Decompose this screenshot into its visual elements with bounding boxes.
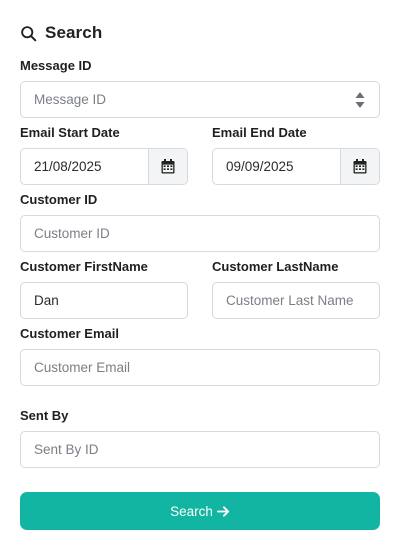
- sent-by-input[interactable]: Sent By ID: [20, 431, 380, 468]
- select-arrows-icon: [355, 92, 365, 108]
- calendar-icon: [161, 159, 175, 174]
- search-button-label: Search: [170, 503, 213, 519]
- customer-lastname-placeholder: Customer Last Name: [226, 293, 354, 308]
- customer-firstname-label: Customer FirstName: [20, 259, 148, 274]
- customer-lastname-input[interactable]: Customer Last Name: [212, 282, 380, 319]
- customer-lastname-label: Customer LastName: [212, 259, 339, 274]
- search-header: Search: [20, 22, 102, 44]
- message-id-select[interactable]: Message ID: [20, 81, 380, 118]
- email-start-date-field[interactable]: 21/08/2025: [20, 148, 188, 185]
- search-icon: [21, 25, 37, 41]
- customer-id-label: Customer ID: [20, 192, 98, 207]
- customer-id-input[interactable]: Customer ID: [20, 215, 380, 252]
- email-start-date-value: 21/08/2025: [34, 159, 102, 174]
- email-end-date-label: Email End Date: [212, 125, 307, 140]
- sent-by-placeholder: Sent By ID: [34, 442, 99, 457]
- customer-id-placeholder: Customer ID: [34, 226, 110, 241]
- customer-firstname-value: Dan: [34, 293, 59, 308]
- end-date-calendar-button[interactable]: [340, 149, 379, 184]
- customer-email-label: Customer Email: [20, 326, 119, 341]
- sent-by-label: Sent By: [20, 408, 69, 423]
- message-id-label: Message ID: [20, 58, 92, 73]
- customer-email-placeholder: Customer Email: [34, 360, 131, 375]
- customer-email-input[interactable]: Customer Email: [20, 349, 380, 386]
- email-end-date-value: 09/09/2025: [226, 159, 294, 174]
- search-panel: Search Message ID Message ID Email Start…: [0, 0, 400, 555]
- calendar-icon: [353, 159, 367, 174]
- page-title: Search: [45, 23, 103, 42]
- message-id-placeholder: Message ID: [34, 92, 107, 107]
- start-date-calendar-button[interactable]: [148, 149, 187, 184]
- email-start-date-label: Email Start Date: [20, 125, 120, 140]
- email-end-date-field[interactable]: 09/09/2025: [212, 148, 380, 185]
- customer-firstname-input[interactable]: Dan: [20, 282, 188, 319]
- arrow-right-icon: [216, 505, 229, 517]
- search-button[interactable]: Search: [20, 492, 380, 530]
